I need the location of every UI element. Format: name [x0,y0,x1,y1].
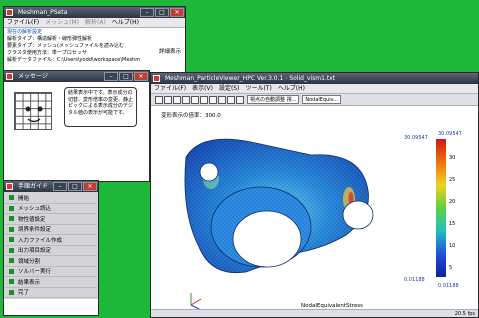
guide-window: 手順ガイド – □ ✕ 開始 メッシュ読込 物性値設定 境界条件設定 入力ファイ… [3,180,99,316]
fps-readout: 20.5 fps [454,311,475,317]
guide-step-list: 開始 メッシュ読込 物性値設定 境界条件設定 入力ファイル作成 出力項目設定 領… [4,192,98,299]
settings-line: 解析タイプ：構造解析・線形弾性解析 [7,36,93,42]
legend-tick: 10 [449,243,456,249]
guide-title: 手順ガイド [18,183,49,190]
legend-title: 30.09547 [438,131,462,137]
legend-min-label: 0.01188 [404,277,425,283]
menu-file[interactable]: ファイル(F) [7,18,39,27]
toolbar-view-top-icon[interactable] [191,95,199,104]
guide-step[interactable]: 領域分割 [5,256,97,267]
toolbar-fit-icon[interactable] [227,95,235,104]
guide-step[interactable]: ソルバー実行 [5,267,97,277]
message-titlebar[interactable]: メッセージ – □ ✕ [4,71,149,82]
viewer-window: Meshman_ParticleViewer_HPC Ver.3.0.1 - S… [150,72,479,318]
guide-step[interactable]: 完了 [5,288,97,298]
legend-tick: 30 [449,155,456,161]
maximize-button[interactable]: □ [68,182,82,191]
close-button[interactable]: ✕ [83,182,97,191]
guide-step[interactable]: 入力ファイル作成 [5,235,97,246]
step-marker-icon [9,247,14,253]
step-marker-icon [9,226,14,232]
guide-step[interactable]: メッシュ読込 [5,204,97,214]
close-button[interactable]: ✕ [134,72,148,81]
main-window: Meshman_PSeta – □ ✕ ファイル(F) メッシュ(M) 解析(A… [3,6,186,73]
message-bubble: 結果表示中です。表示成分の切替、変形倍率の変更、静止ピックによる表示成分のデジタ… [64,87,137,127]
settings-line: クラスタ使用方法：単一プロセッサ [7,50,87,56]
legend-tick: 25 [449,177,456,183]
message-body: 結果表示中です。表示成分の切替、変形倍率の変更、静止ピックによる表示成分のデジタ… [4,82,149,181]
mascot-grid-icon [14,92,52,130]
guide-titlebar[interactable]: 手順ガイド – □ ✕ [4,181,98,192]
step-marker-icon [9,195,14,201]
settings-line: 解析データファイル：C:\Users\yodd\workspace\Meshm [7,57,141,63]
app-icon [6,9,13,16]
viewer-icon [153,75,160,82]
step-marker-icon [9,258,14,264]
message-title: メッセージ [18,73,48,80]
stress-model [184,138,374,312]
toolbar-rotate-icon[interactable] [200,95,208,104]
step-marker-icon [9,289,14,295]
toolbar-view-front-icon[interactable] [173,95,181,104]
step-marker-icon [9,279,14,285]
toolbar-view-side-icon[interactable] [182,95,190,104]
toolbar-save-icon[interactable] [164,95,172,104]
component-dropdown[interactable]: NodalEquiv... [302,95,342,104]
step-marker-icon [9,216,14,222]
viewer-titlebar[interactable]: Meshman_ParticleViewer_HPC Ver.3.0.1 - S… [151,73,478,84]
settings-line: 要素タイプ：メッシュ(メッシュファイルを読み込む [7,43,124,49]
viewer-toolbar: 視点の自動調整 視... NodalEquiv... [151,94,478,106]
menu-analysis[interactable]: 解析(A) [85,18,106,27]
viewer-menu-help[interactable]: ヘルプ(H) [278,84,305,93]
legend-tick: 5 [449,265,453,271]
message-icon [6,73,13,80]
main-title: Meshman_PSeta [18,9,68,16]
legend-ticks: 30 25 20 15 10 5 [449,147,455,279]
viewer-canvas[interactable]: 変形表示の倍率：300.0 30.09547 30.09547 30 25 20… [151,107,478,317]
viewer-menu-view[interactable]: 表示(V) [192,84,213,93]
settings-heading: 現在の解析設定 [7,29,43,35]
minimize-button[interactable]: – [53,182,67,191]
main-menubar: ファイル(F) メッシュ(M) 解析(A) ヘルプ(H) [4,18,185,28]
analysis-settings-text: 現在の解析設定 解析タイプ：構造解析・線形弾性解析 要素タイプ：メッシュ(メッシ… [4,28,185,65]
minimize-button[interactable]: – [140,8,154,17]
viewer-menu-settings[interactable]: 設定(S) [219,84,240,93]
guide-step[interactable]: 開始 [5,193,97,204]
maximize-button[interactable]: □ [119,72,133,81]
viewer-title: Meshman_ParticleViewer_HPC Ver.3.0.1 - S… [165,75,336,82]
step-marker-icon [9,205,14,211]
toolbar-pan-icon[interactable] [218,95,226,104]
legend-color-bar [436,139,446,277]
step-marker-icon [9,237,14,243]
guide-step[interactable]: 境界条件設定 [5,225,97,235]
legend-tick: 15 [449,221,456,227]
legend-min-bottom: 0.01188 [438,283,459,289]
maximize-button[interactable]: □ [155,8,169,17]
guide-icon [6,183,13,190]
viewer-menu-tools[interactable]: ツール(T) [245,84,271,93]
viewer-statusbar: 20.5 fps [151,309,478,317]
toolbar-open-icon[interactable] [155,95,163,104]
detail-button[interactable]: 詳細表示 [159,47,181,55]
main-titlebar[interactable]: Meshman_PSeta – □ ✕ [4,7,185,18]
message-window: メッセージ – □ ✕ 結果表示中です。表示成分の切替、変形倍率の変更、静止ピッ… [3,70,150,182]
toolbar-zoom-icon[interactable] [209,95,217,104]
close-button[interactable]: ✕ [170,8,184,17]
menu-help[interactable]: ヘルプ(H) [112,18,139,27]
minimize-button[interactable]: – [104,72,118,81]
guide-step[interactable]: 物性値設定 [5,214,97,225]
viewer-menubar: ファイル(F) 表示(V) 設定(S) ツール(T) ヘルプ(H) [151,84,478,94]
guide-step[interactable]: 出力項目設定 [5,246,97,256]
legend-max-label: 30.09547 [404,135,428,141]
step-marker-icon [9,268,14,274]
guide-step-current[interactable]: 結果表示 [5,277,97,288]
viewer-menu-file[interactable]: ファイル(F) [154,84,186,93]
view-adjust-dropdown[interactable]: 視点の自動調整 視... [247,95,300,104]
legend-tick: 20 [449,199,456,205]
menu-mesh[interactable]: メッシュ(M) [45,18,79,27]
toolbar-refresh-icon[interactable] [236,95,244,104]
